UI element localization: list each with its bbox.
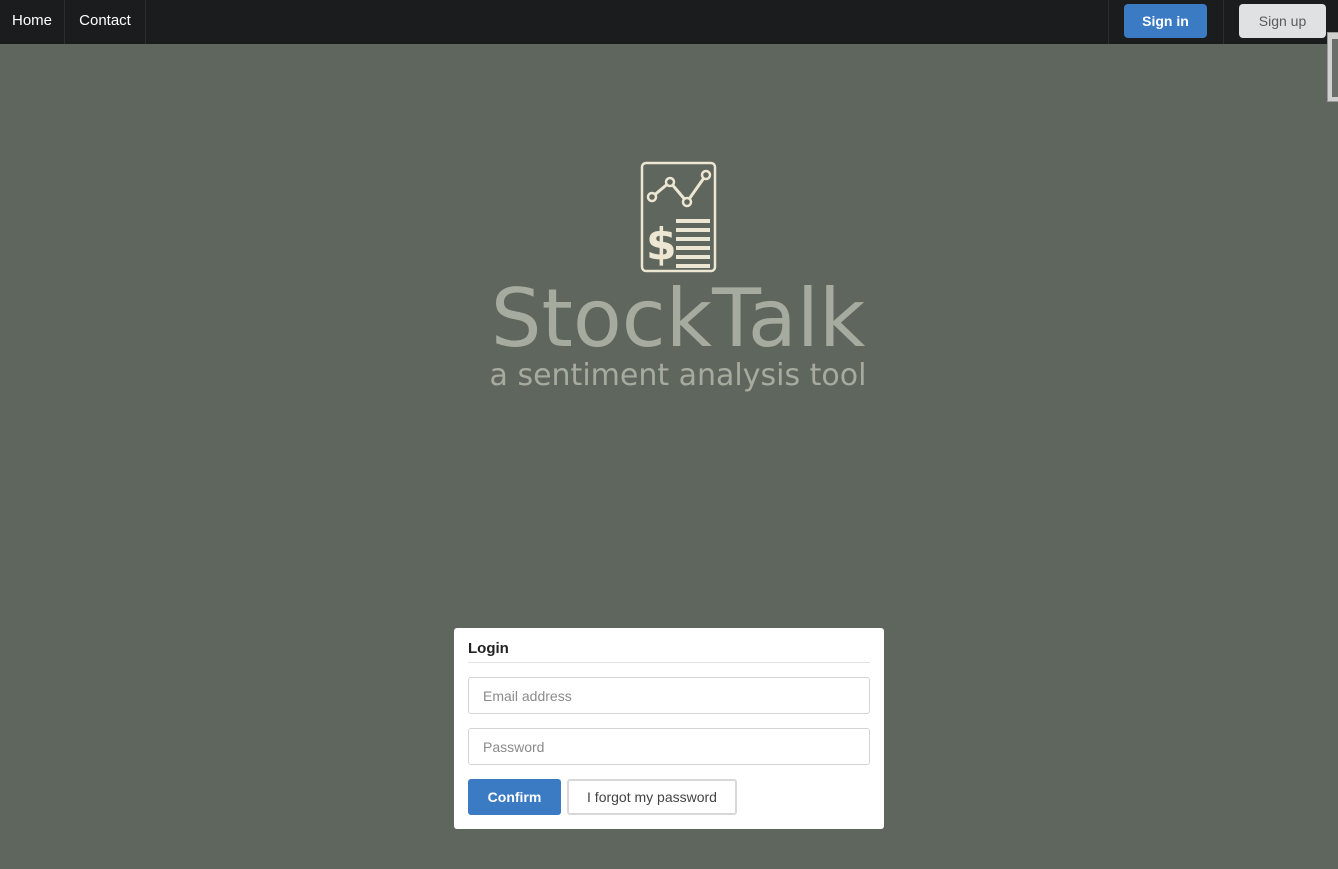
side-widget-handle[interactable]: [1327, 32, 1338, 102]
password-input[interactable]: [468, 728, 870, 765]
forgot-password-button[interactable]: I forgot my password: [567, 779, 737, 815]
login-heading: Login: [468, 640, 509, 657]
sign-in-button[interactable]: Sign in: [1124, 4, 1207, 38]
brand-subtitle: a sentiment analysis tool: [489, 358, 867, 393]
nav-contact-link[interactable]: Contact: [65, 0, 146, 44]
nav-divider: [1108, 0, 1109, 44]
nav-divider: [1223, 0, 1224, 44]
top-navbar: Home Contact Sign in Sign up: [0, 0, 1338, 44]
side-widget-icon: [1332, 39, 1338, 97]
nav-home-link[interactable]: Home: [0, 0, 65, 44]
sign-up-button[interactable]: Sign up: [1239, 4, 1326, 38]
login-panel: Login Confirm I forgot my password: [454, 628, 884, 829]
svg-text:$: $: [646, 219, 677, 270]
brand-title: StockTalk: [490, 272, 866, 365]
stock-report-icon: $: [640, 161, 717, 273]
email-input[interactable]: [468, 677, 870, 714]
login-divider: [468, 662, 870, 663]
confirm-button[interactable]: Confirm: [468, 779, 561, 815]
